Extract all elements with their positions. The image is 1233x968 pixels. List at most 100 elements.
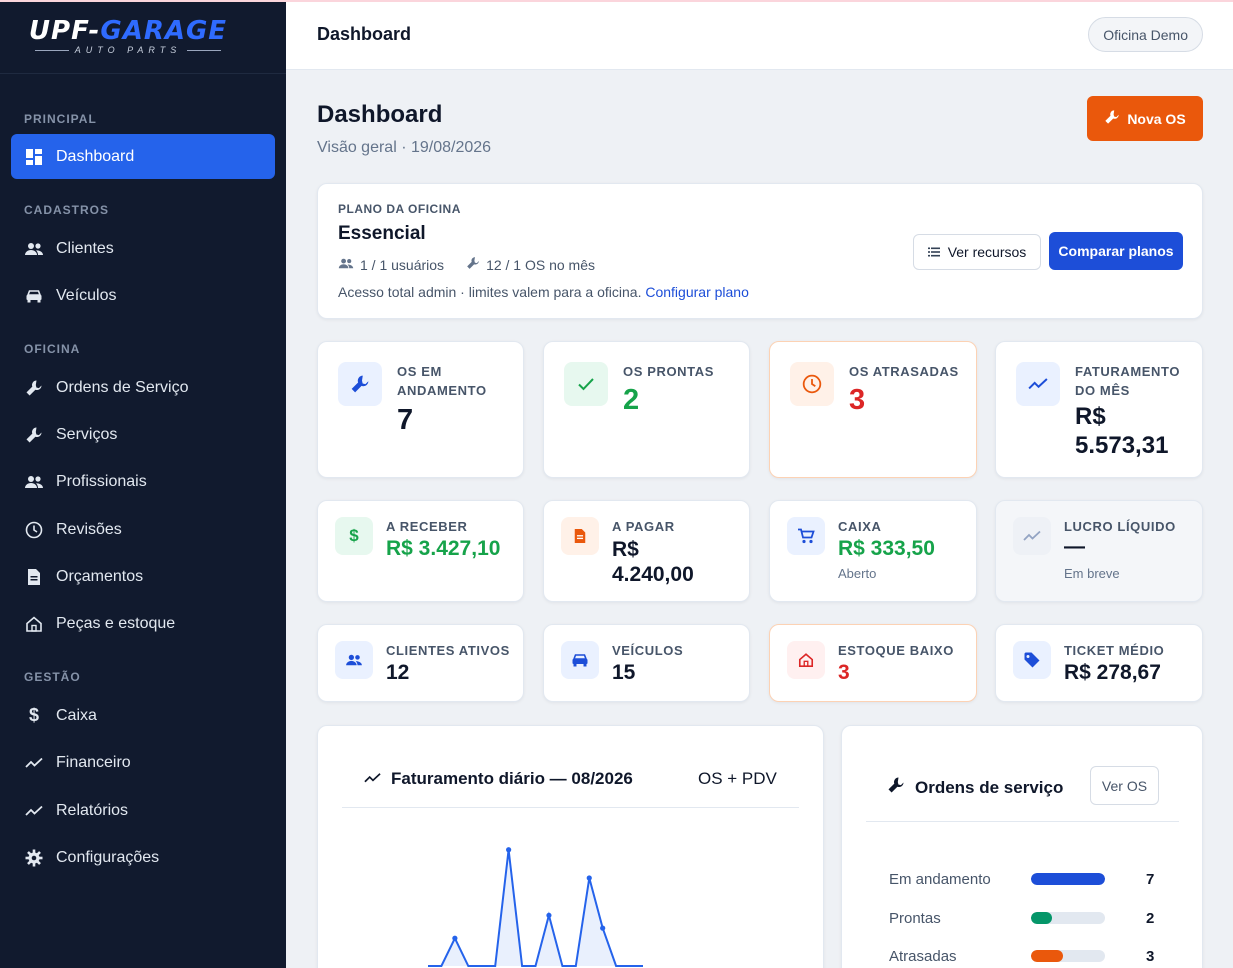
view-features-button[interactable]: Ver recursos [913,234,1041,270]
daily-revenue-chart [428,847,643,967]
compare-plans-button[interactable]: Comparar planos [1049,232,1183,270]
nav-section-gestao: GESTÃO [24,670,81,684]
sidebar-item-configuracoes[interactable]: Configurações [11,835,275,880]
chart-legend: OS + PDV [698,769,777,788]
orders-panel: Ordens de serviço Ver OS Em andamento 7 … [841,725,1203,968]
stat-card-a-receber[interactable]: $ A RECEBER R$ 3.427,10 [317,500,524,602]
sidebar-item-ordens-de-servico[interactable]: Ordens de Serviço [11,365,275,410]
stat-card-faturamento[interactable]: FATURAMENTO DO MÊS R$ 5.573,31 [995,341,1203,478]
sidebar-item-financeiro[interactable]: Financeiro [11,740,275,785]
sidebar-item-dashboard[interactable]: Dashboard [11,134,275,179]
orders-row-count: 3 [1146,948,1155,965]
revenue-point [546,912,552,918]
wrench-icon [338,362,382,406]
stat-card-veiculos[interactable]: VEÍCULOS 15 [543,624,750,702]
document-icon [24,567,44,587]
stat-label: FATURAMENTO DO MÊS [1075,364,1181,398]
list-icon [927,244,940,260]
sidebar-item-revisoes[interactable]: Revisões [11,507,275,552]
daily-revenue-panel: Faturamento diário — 08/2026 OS + PDV [317,725,824,968]
stat-label: CAIXA [838,519,882,534]
stat-label: VEÍCULOS [612,643,684,658]
brand-tagline: AUTO PARTS [74,45,182,55]
sidebar-item-pecas-e-estoque[interactable]: Peças e estoque [11,601,275,646]
new-os-label: Nova OS [1127,110,1186,127]
sidebar-item-label: Revisões [56,520,122,538]
wrench-icon [24,425,44,445]
stat-card-ticket-medio[interactable]: TICKET MÉDIO R$ 278,67 [995,624,1203,702]
people-icon [24,472,44,492]
view-features-label: Ver recursos [947,244,1027,260]
plan-kicker: PLANO DA OFICINA [338,202,461,216]
stat-hint: Em breve [1064,566,1120,581]
trend-icon [1013,517,1051,555]
header-title: Dashboard [317,24,412,44]
plan-note: Acesso total admin · limites valem para … [338,284,749,300]
wrench-icon [466,256,480,273]
stat-label: A RECEBER [386,519,468,534]
sidebar-item-label: Ordens de Serviço [56,378,189,396]
stat-card-os-em-andamento[interactable]: OS EM ANDAMENTO 7 [317,341,524,478]
sidebar-item-label: Profissionais [56,472,147,490]
daily-revenue-title: Faturamento diário — 08/2026 [364,769,633,789]
orders-row-bar [1031,950,1105,962]
orders-row-bar [1031,873,1105,885]
stat-label: A PAGAR [612,519,675,534]
revenue-point [586,875,592,881]
brand-name-b: GARAGE [100,16,228,46]
tag-icon [1013,641,1051,679]
sidebar-item-orcamentos[interactable]: Orçamentos [11,554,275,599]
orders-row-label: Em andamento [889,871,991,888]
clock-icon [790,362,834,406]
sidebar-item-label: Serviços [56,425,118,443]
dollar-icon: $ [335,517,373,555]
stat-card-caixa[interactable]: CAIXA R$ 333,50 Aberto [769,500,977,602]
stat-card-lucro-liquido[interactable]: LUCRO LÍQUIDO — Em breve [995,500,1203,602]
sidebar-item-label: Caixa [56,706,97,724]
plan-meta: 1 / 1 usuários 12 / 1 OS no mês [338,256,595,273]
revenue-line [428,849,643,967]
nav-section-principal: PRINCIPAL [24,112,97,126]
sidebar-item-profissionais[interactable]: Profissionais [11,459,275,504]
sidebar-item-label: Clientes [56,239,114,257]
stat-value: 12 [386,661,410,684]
wrench-icon [1104,109,1120,128]
stat-card-estoque-baixo[interactable]: ESTOQUE BAIXO 3 [769,624,977,702]
stat-value: R$ 5.573,31 [1075,403,1169,459]
stat-card-a-pagar[interactable]: A PAGAR R$ 4.240,00 [543,500,750,602]
orders-row-bar [1031,912,1105,924]
workshop-selector[interactable]: Oficina Demo [1088,17,1203,52]
check-icon [564,362,608,406]
cart-icon [787,517,825,555]
home-icon [24,614,44,634]
configure-plan-link[interactable]: Configurar plano [645,284,749,300]
orders-row-count: 7 [1146,871,1155,888]
people-icon [335,641,373,679]
sidebar-item-caixa[interactable]: $ Caixa [11,693,275,738]
stat-value: R$ 4.240,00 [612,538,694,586]
people-icon [24,239,44,259]
orders-row-label: Atrasadas [889,948,957,965]
stat-value: R$ 333,50 [838,537,935,560]
stat-card-os-atrasadas[interactable]: OS ATRASADAS 3 [769,341,977,478]
sidebar-item-clientes[interactable]: Clientes [11,226,275,271]
orders-row-bar-fill [1031,873,1105,885]
stat-value: 3 [838,661,850,684]
sidebar: UPF-GARAGE AUTO PARTS PRINCIPAL Dashboar… [0,0,286,968]
sidebar-item-label: Relatórios [56,801,129,819]
brand-logo[interactable]: UPF-GARAGE AUTO PARTS [0,0,286,74]
sidebar-item-label: Peças e estoque [56,614,176,632]
page-title: Dashboard [317,101,443,128]
dollar-icon: $ [28,705,39,725]
stat-card-os-prontas[interactable]: OS PRONTAS 2 [543,341,750,478]
new-os-button[interactable]: Nova OS [1087,96,1203,141]
view-os-button[interactable]: Ver OS [1090,766,1159,805]
orders-row-bar-fill [1031,912,1053,924]
sidebar-item-servicos[interactable]: Serviços [11,412,275,457]
dashboard-icon [24,147,44,167]
stat-card-clientes-ativos[interactable]: CLIENTES ATIVOS 12 [317,624,524,702]
sidebar-item-relatorios[interactable]: Relatórios [11,788,275,833]
page-subtitle: Visão geral · 19/08/2026 [317,139,492,156]
sidebar-item-veiculos[interactable]: Veículos [11,273,275,318]
nav-section-oficina: OFICINA [24,342,81,356]
